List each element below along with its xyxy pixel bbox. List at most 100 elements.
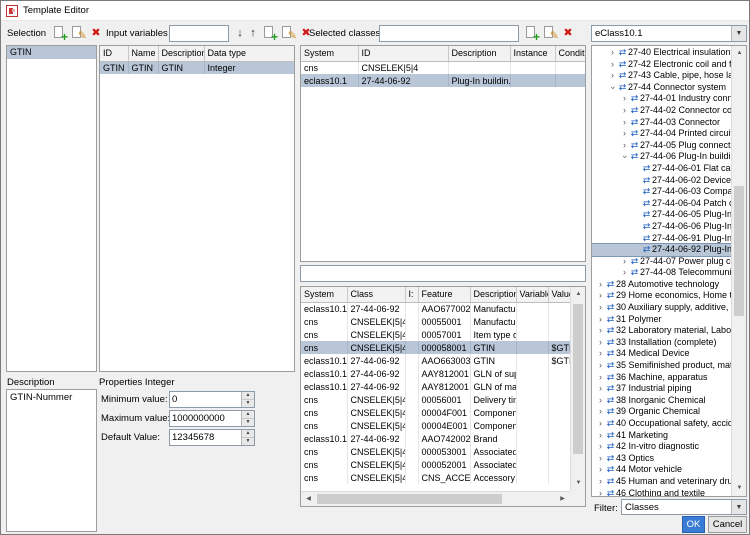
add-icon[interactable]: +: [53, 26, 67, 40]
table-row[interactable]: cnsCNSELEK|5|4000058001GTIN$GTIN.: [301, 341, 570, 354]
tree-item[interactable]: ⇄27-44-06-92 Plug-In ...: [592, 244, 731, 256]
table-row[interactable]: cnsCNSELEK|5|4000052001Associated ...: [301, 458, 570, 471]
table-row[interactable]: cnsCNSELEK|5|400004F001Componen...: [301, 406, 570, 419]
chevron-right-icon[interactable]: ›: [596, 302, 605, 314]
column-header[interactable]: Description: [448, 46, 510, 61]
tree-item[interactable]: ›⇄44 Motor vehicle: [592, 464, 731, 476]
edit-icon[interactable]: ✎: [71, 26, 85, 40]
chevron-right-icon[interactable]: ›: [596, 441, 605, 453]
chevron-right-icon[interactable]: ›: [596, 464, 605, 476]
chevron-right-icon[interactable]: ›: [596, 383, 605, 395]
tree-item[interactable]: ›⇄27-44-03 Connector: [592, 117, 731, 129]
vertical-scrollbar[interactable]: ▲ ▼: [731, 46, 746, 496]
chevron-right-icon[interactable]: ›: [608, 47, 617, 59]
scroll-thumb[interactable]: [734, 186, 744, 316]
column-header[interactable]: Data type: [204, 46, 295, 61]
tree-item[interactable]: ⇄27-44-06-03 Compac...: [592, 186, 731, 198]
scroll-up-icon[interactable]: ▲: [571, 287, 586, 302]
tree-item[interactable]: ⇄27-44-06-05 Plug-In ...: [592, 209, 731, 221]
tree-item[interactable]: ›⇄28 Automotive technology: [592, 279, 731, 291]
chevron-down-icon[interactable]: ▼: [731, 26, 746, 41]
tree-item[interactable]: ›⇄34 Medical Device: [592, 348, 731, 360]
edit-icon[interactable]: ✎: [543, 26, 557, 40]
ok-button[interactable]: OK: [682, 516, 705, 533]
chevron-down-icon[interactable]: ▼: [731, 500, 746, 514]
tree-item[interactable]: ›⇄40 Occupational safety, accident...: [592, 418, 731, 430]
edit-icon[interactable]: ✎: [281, 26, 295, 40]
tree-item[interactable]: ›⇄27-44-07 Power plug conn...: [592, 256, 731, 268]
class-tree[interactable]: ›⇄27-40 Electrical insulation an...›⇄27-…: [592, 46, 731, 496]
table-row[interactable]: eclass10.127-44-06-92AAO663003GTIN$GTIN.: [301, 354, 570, 367]
chevron-right-icon[interactable]: ›: [620, 117, 629, 129]
chevron-right-icon[interactable]: ›: [596, 279, 605, 291]
spin-up-icon[interactable]: ▲: [242, 392, 254, 400]
input-variables-field[interactable]: [169, 25, 229, 42]
tree-item[interactable]: ⇄27-44-06-01 Flat cabl...: [592, 163, 731, 175]
tree-item[interactable]: ›⇄45 Human and veterinary drug, ...: [592, 476, 731, 488]
chevron-right-icon[interactable]: ›: [596, 453, 605, 465]
spin-up-icon[interactable]: ▲: [242, 430, 254, 438]
table-row[interactable]: eclass10.127-44-06-92AAO677002Manufactur…: [301, 302, 570, 315]
column-header[interactable]: Description: [158, 46, 204, 61]
column-header[interactable]: I:: [405, 287, 418, 302]
title-bar[interactable]: Template Editor: [1, 1, 749, 21]
features-table[interactable]: SystemClassI:FeatureDescriptionVariableV…: [301, 287, 570, 484]
chevron-right-icon[interactable]: ›: [596, 372, 605, 384]
scroll-thumb[interactable]: [573, 304, 583, 454]
tree-item[interactable]: ›⇄27-44-05 Plug connection: [592, 140, 731, 152]
horizontal-scrollbar[interactable]: ◀ ▶: [301, 491, 570, 506]
tree-item[interactable]: ›⇄27-44-01 Industry conne...: [592, 93, 731, 105]
chevron-right-icon[interactable]: ›: [596, 314, 605, 326]
selection-list[interactable]: GTIN: [6, 45, 97, 372]
tree-item[interactable]: ›⇄42 In-vitro diagnostic: [592, 441, 731, 453]
scroll-right-icon[interactable]: ▶: [555, 492, 570, 507]
cancel-button[interactable]: Cancel: [708, 516, 747, 533]
classes-table[interactable]: SystemIDDescriptionInstanceCondition cns…: [301, 46, 586, 87]
spin-up-icon[interactable]: ▲: [242, 411, 254, 419]
tree-item[interactable]: ›⇄27-43 Cable, pipe, hose layin...: [592, 70, 731, 82]
chevron-right-icon[interactable]: ›: [608, 59, 617, 71]
tree-item[interactable]: ›⇄35 Semifinished product, material: [592, 360, 731, 372]
chevron-right-icon[interactable]: ›: [620, 140, 629, 152]
scroll-down-icon[interactable]: ▼: [732, 481, 747, 496]
column-header[interactable]: Value: [548, 287, 570, 302]
vertical-scrollbar[interactable]: ▲ ▼: [570, 287, 585, 491]
chevron-right-icon[interactable]: ›: [596, 476, 605, 488]
tree-item[interactable]: ›⇄27-44-02 Connector com...: [592, 105, 731, 117]
column-header[interactable]: System: [301, 287, 347, 302]
scroll-down-icon[interactable]: ▼: [571, 476, 586, 491]
tree-item[interactable]: ⇄27-44-06-02 Device c...: [592, 175, 731, 187]
filter-combo[interactable]: Classes ▼: [621, 499, 747, 515]
tree-item[interactable]: ›⇄31 Polymer: [592, 314, 731, 326]
scroll-thumb[interactable]: [317, 494, 502, 504]
default-value-input[interactable]: [170, 430, 241, 445]
table-row[interactable]: cnsCNSELEK|5|4CNS_ACCES...Accessory ID: [301, 471, 570, 484]
tree-item[interactable]: ›⇄27-44-06 Plug-In buildin...: [592, 151, 731, 163]
tree-item[interactable]: ⇄27-44-06-06 Plug-In ...: [592, 221, 731, 233]
column-header[interactable]: Condition: [555, 46, 586, 61]
move-up-icon[interactable]: ↑: [247, 25, 259, 41]
tree-item[interactable]: ›⇄27-42 Electronic coil and filter: [592, 59, 731, 71]
add-icon[interactable]: +: [525, 26, 539, 40]
table-row[interactable]: cnsCNSELEK|5|400004E001Componen...: [301, 419, 570, 432]
minimum-value-input[interactable]: [170, 392, 241, 407]
chevron-right-icon[interactable]: ›: [596, 290, 605, 302]
tree-item[interactable]: ›⇄43 Optics: [592, 453, 731, 465]
column-header[interactable]: Variable: [516, 287, 548, 302]
tree-item[interactable]: ›⇄27-44 Connector system: [592, 82, 731, 94]
scroll-left-icon[interactable]: ◀: [301, 492, 316, 507]
column-header[interactable]: System: [301, 46, 358, 61]
column-header[interactable]: Instance: [510, 46, 555, 61]
list-item[interactable]: GTIN: [7, 46, 96, 59]
column-header[interactable]: Name: [128, 46, 158, 61]
tree-item[interactable]: ⇄27-44-06-04 Patch co...: [592, 198, 731, 210]
table-row[interactable]: cnsCNSELEK|5|400056001Delivery tim...: [301, 393, 570, 406]
column-header[interactable]: Class: [347, 287, 405, 302]
classification-system-combo[interactable]: eClass10.1 ▼: [591, 25, 747, 42]
chevron-right-icon[interactable]: ›: [596, 488, 605, 496]
delete-icon[interactable]: ✖: [89, 26, 103, 40]
chevron-right-icon[interactable]: ›: [596, 325, 605, 337]
tree-item[interactable]: ›⇄27-40 Electrical insulation an...: [592, 47, 731, 59]
chevron-right-icon[interactable]: ›: [596, 348, 605, 360]
chevron-right-icon[interactable]: ›: [596, 360, 605, 372]
